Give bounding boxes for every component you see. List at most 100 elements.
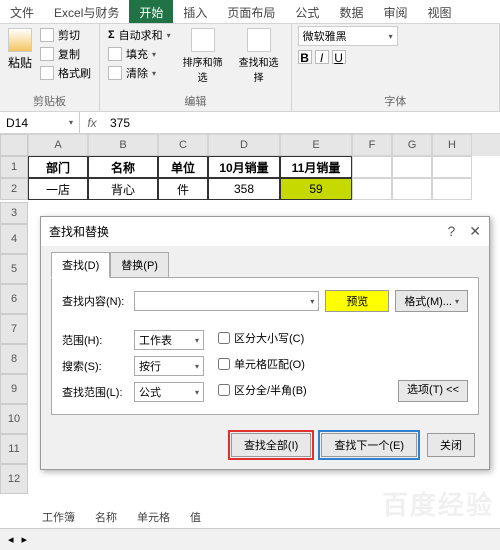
copy-icon bbox=[40, 47, 54, 61]
col-header[interactable]: C bbox=[158, 134, 208, 156]
cell[interactable]: 件 bbox=[158, 178, 208, 200]
find-select-button[interactable]: 查找和选择 bbox=[233, 26, 285, 86]
find-replace-dialog: 查找和替换 ? ✕ 查找(D) 替换(P) 查找内容(N): ▾ 预览 格式(M… bbox=[40, 216, 490, 470]
watermark: 百度经验 bbox=[382, 485, 494, 522]
row-header[interactable]: 10 bbox=[0, 404, 28, 434]
cell[interactable]: 一店 bbox=[28, 178, 88, 200]
cell[interactable]: 单位 bbox=[158, 156, 208, 178]
preview-button[interactable]: 预览 bbox=[325, 290, 389, 312]
tab-insert[interactable]: 插入 bbox=[173, 0, 217, 23]
select-all-corner[interactable] bbox=[0, 134, 28, 156]
italic-icon[interactable]: I bbox=[315, 50, 329, 64]
sort-filter-button[interactable]: 排序和筛选 bbox=[177, 26, 229, 86]
bold-icon[interactable]: B bbox=[298, 50, 312, 64]
paste-icon bbox=[8, 28, 32, 52]
row-header[interactable]: 11 bbox=[0, 434, 28, 464]
tab-formulas[interactable]: 公式 bbox=[285, 0, 329, 23]
sheet-nav-prev[interactable]: ◂ bbox=[8, 533, 14, 546]
close-button[interactable]: ✕ bbox=[469, 223, 481, 240]
help-button[interactable]: ? bbox=[447, 223, 455, 240]
row-header[interactable]: 7 bbox=[0, 314, 28, 344]
font-family-select[interactable]: 微软雅黑▾ bbox=[298, 26, 398, 46]
row-header[interactable]: 9 bbox=[0, 374, 28, 404]
row-header[interactable]: 8 bbox=[0, 344, 28, 374]
col-header[interactable]: A bbox=[28, 134, 88, 156]
clipboard-group-label: 剪贴板 bbox=[6, 91, 93, 111]
fill-icon bbox=[108, 47, 122, 61]
cut-button[interactable]: 剪切 bbox=[38, 26, 93, 44]
paste-button[interactable]: 粘贴 bbox=[6, 26, 34, 73]
format-painter-button[interactable]: 格式刷 bbox=[38, 64, 93, 82]
col-header[interactable]: D bbox=[208, 134, 280, 156]
find-all-button[interactable]: 查找全部(I) bbox=[231, 433, 311, 457]
find-content-input[interactable]: ▾ bbox=[134, 291, 319, 311]
lookin-select[interactable]: 公式▾ bbox=[134, 382, 204, 402]
sheet-tabs: ◂ ▸ bbox=[0, 528, 500, 550]
row-header[interactable]: 12 bbox=[0, 464, 28, 494]
find-results-header: 工作簿 名称 单元格 值 bbox=[42, 506, 201, 528]
match-case-checkbox[interactable]: 区分大小写(C) bbox=[218, 330, 307, 346]
paste-label: 粘贴 bbox=[8, 54, 32, 71]
cell[interactable]: 10月销量 bbox=[208, 156, 280, 178]
name-box[interactable]: D14▾ bbox=[0, 112, 80, 133]
cell[interactable]: 部门 bbox=[28, 156, 88, 178]
row-header[interactable]: 3 bbox=[0, 202, 28, 224]
dialog-titlebar[interactable]: 查找和替换 ? ✕ bbox=[41, 217, 489, 246]
row-header[interactable]: 6 bbox=[0, 284, 28, 314]
row-header[interactable]: 4 bbox=[0, 224, 28, 254]
col-header[interactable]: F bbox=[352, 134, 392, 156]
find-next-button[interactable]: 查找下一个(E) bbox=[321, 433, 417, 457]
tab-replace[interactable]: 替换(P) bbox=[110, 252, 169, 278]
tab-file[interactable]: 文件 bbox=[0, 0, 44, 23]
cell[interactable] bbox=[432, 178, 472, 200]
row-header[interactable]: 1 bbox=[0, 156, 28, 178]
lookin-label: 查找范围(L): bbox=[62, 384, 128, 400]
tab-review[interactable]: 审阅 bbox=[373, 0, 417, 23]
cell[interactable] bbox=[392, 178, 432, 200]
cell[interactable] bbox=[352, 156, 392, 178]
clear-button[interactable]: 清除▾ bbox=[106, 64, 173, 82]
sort-icon bbox=[191, 28, 215, 52]
close-dialog-button[interactable]: 关闭 bbox=[427, 433, 475, 457]
spreadsheet-grid: A B C D E F G H 1 部门 名称 单位 10月销量 11月销量 2… bbox=[0, 134, 500, 200]
scope-select[interactable]: 工作表▾ bbox=[134, 330, 204, 350]
cell[interactable]: 358 bbox=[208, 178, 280, 200]
col-header[interactable]: E bbox=[280, 134, 352, 156]
fill-button[interactable]: 填充▾ bbox=[106, 45, 173, 63]
cell-highlighted[interactable]: 59 bbox=[280, 178, 352, 200]
tab-data[interactable]: 数据 bbox=[329, 0, 373, 23]
editing-group-label: 编辑 bbox=[106, 91, 285, 111]
find-content-label: 查找内容(N): bbox=[62, 293, 128, 309]
match-byte-checkbox[interactable]: 区分全/半角(B) bbox=[218, 382, 307, 398]
cell[interactable]: 名称 bbox=[88, 156, 158, 178]
options-toggle-button[interactable]: 选项(T) << bbox=[398, 380, 468, 402]
tab-view[interactable]: 视图 bbox=[417, 0, 461, 23]
copy-button[interactable]: 复制 bbox=[38, 45, 93, 63]
tab-excel-finance[interactable]: Excel与财务 bbox=[44, 0, 129, 23]
cell[interactable] bbox=[392, 156, 432, 178]
eraser-icon bbox=[108, 66, 122, 80]
col-header[interactable]: G bbox=[392, 134, 432, 156]
col-header[interactable]: H bbox=[432, 134, 472, 156]
underline-icon[interactable]: U bbox=[332, 50, 346, 64]
row-header[interactable]: 2 bbox=[0, 178, 28, 200]
col-header[interactable]: B bbox=[88, 134, 158, 156]
formula-input[interactable] bbox=[104, 114, 500, 132]
format-button[interactable]: 格式(M)...▾ bbox=[395, 290, 468, 312]
group-clipboard: 粘贴 剪切 复制 格式刷 剪贴板 bbox=[0, 24, 100, 111]
sheet-nav-next[interactable]: ▸ bbox=[22, 533, 28, 546]
cell[interactable] bbox=[432, 156, 472, 178]
cell[interactable]: 背心 bbox=[88, 178, 158, 200]
cell[interactable] bbox=[352, 178, 392, 200]
match-entire-checkbox[interactable]: 单元格匹配(O) bbox=[218, 356, 307, 372]
row-header[interactable]: 5 bbox=[0, 254, 28, 284]
tab-page-layout[interactable]: 页面布局 bbox=[217, 0, 285, 23]
autosum-button[interactable]: Σ自动求和▾ bbox=[106, 26, 173, 44]
tab-find[interactable]: 查找(D) bbox=[51, 252, 110, 278]
formula-bar: D14▾ fx bbox=[0, 112, 500, 134]
tab-home[interactable]: 开始 bbox=[129, 0, 173, 23]
fx-button[interactable]: fx bbox=[80, 116, 104, 130]
cell[interactable]: 11月销量 bbox=[280, 156, 352, 178]
search-direction-select[interactable]: 按行▾ bbox=[134, 356, 204, 376]
scissors-icon bbox=[40, 28, 54, 42]
